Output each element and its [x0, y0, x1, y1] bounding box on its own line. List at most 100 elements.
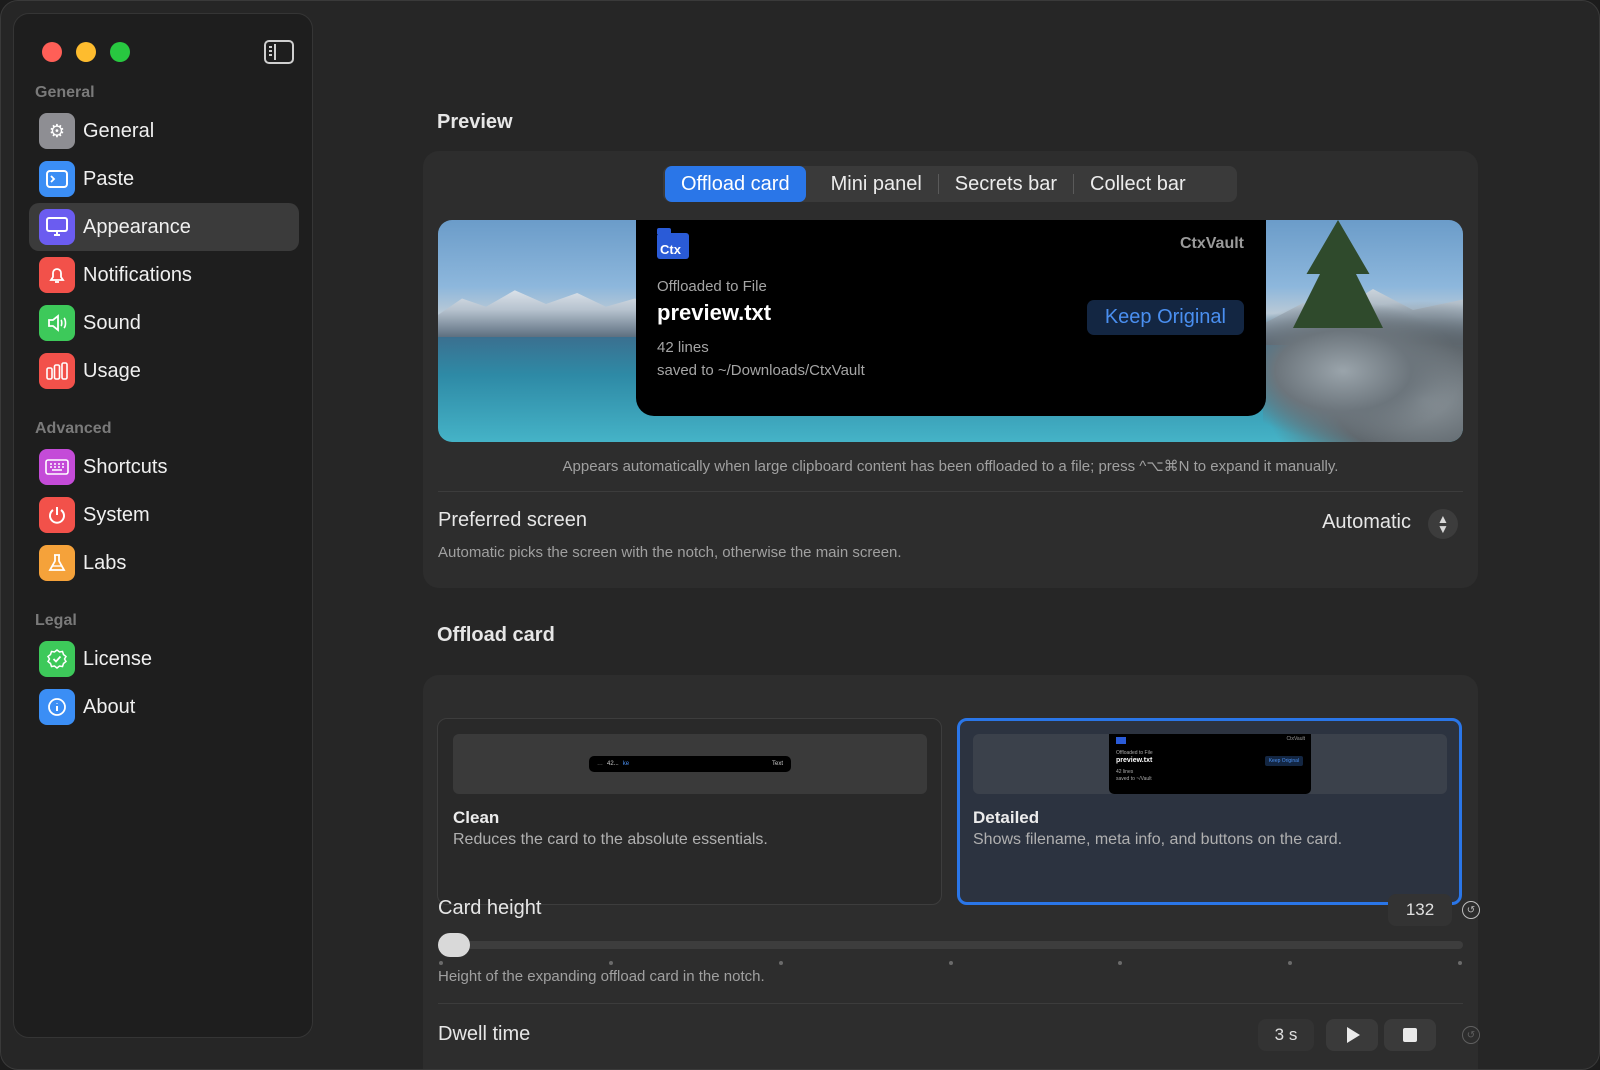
option-title: Clean — [453, 808, 500, 827]
sidebar-item-label: Usage — [83, 359, 141, 382]
minimize-button[interactable] — [76, 42, 96, 62]
play-icon — [1347, 1027, 1360, 1043]
card-height-description: Height of the expanding offload card in … — [438, 968, 765, 985]
mini-filename: preview.txt — [1116, 757, 1153, 764]
sidebar-item-about[interactable]: About — [29, 683, 299, 731]
mini-notch-bar: … 42... ke Text — [589, 756, 791, 772]
sidebar-section-legal: Legal — [35, 612, 77, 629]
sidebar-item-label: Paste — [83, 167, 135, 190]
mini-brand: CtxVault — [1286, 736, 1305, 742]
option-description: Reduces the card to the absolute essenti… — [453, 831, 768, 848]
preferred-screen-description: Automatic picks the screen with the notc… — [438, 544, 902, 561]
mini-bar-right: Text — [771, 761, 783, 767]
sidebar-item-shortcuts[interactable]: Shortcuts — [29, 443, 299, 491]
dwell-time-value[interactable]: 3 s — [1258, 1019, 1314, 1051]
sidebar-toggle-icon[interactable] — [264, 40, 294, 64]
keep-original-button[interactable]: Keep Original — [1086, 300, 1244, 335]
flask-icon — [39, 545, 75, 581]
slider-tick — [948, 961, 953, 965]
mini-keep-button: Keep Original — [1264, 756, 1303, 766]
sidebar-item-license[interactable]: License — [29, 635, 299, 683]
preview-wallpaper: Ctx CtxVault Offloaded to File preview.t… — [438, 220, 1463, 442]
close-button[interactable] — [42, 42, 62, 62]
card-brand: CtxVault — [1179, 235, 1244, 252]
detailed-thumbnail: CtxVault Offloaded to File preview.txt 4… — [973, 734, 1447, 794]
mini-bar-left: 42... — [607, 761, 619, 767]
sidebar-item-appearance[interactable]: Appearance — [29, 203, 299, 251]
info-icon — [39, 689, 75, 725]
card-lines: 42 lines — [657, 339, 709, 356]
sidebar-item-notifications[interactable]: Notifications — [29, 251, 299, 299]
preferred-screen-label: Preferred screen — [438, 509, 587, 531]
terminal-icon — [39, 161, 75, 197]
sidebar: General ⚙ General Paste Appearance Notif… — [13, 13, 313, 1038]
preview-heading: Preview — [437, 111, 513, 133]
sidebar-item-system[interactable]: System — [29, 491, 299, 539]
slider-tick — [439, 961, 443, 965]
slider-tick — [1288, 961, 1293, 965]
slider-tick — [608, 961, 613, 965]
wallpaper-tree — [1293, 220, 1383, 328]
tab-offload-card[interactable]: Offload card — [665, 166, 806, 202]
reset-icon[interactable]: ↺ — [1462, 901, 1480, 919]
preferred-screen-select[interactable]: Automatic — [1322, 511, 1411, 534]
style-option-clean[interactable]: … 42... ke Text Clean Reduces the card t… — [437, 718, 942, 905]
preview-panel: Offload card Mini panel Secrets bar Coll… — [423, 151, 1478, 588]
tab-secrets-bar[interactable]: Secrets bar — [939, 166, 1073, 202]
tab-mini-panel[interactable]: Mini panel — [815, 166, 938, 202]
mini-saved: saved to ~/Vault — [1116, 776, 1152, 782]
sidebar-item-label: License — [83, 647, 152, 670]
dwell-time-label: Dwell time — [438, 1023, 531, 1045]
slider-tick — [1458, 961, 1462, 965]
preview-tabs: Offload card Mini panel Secrets bar Coll… — [663, 166, 1237, 202]
card-height-slider-track[interactable] — [438, 941, 1463, 949]
sidebar-item-sound[interactable]: Sound — [29, 299, 299, 347]
card-filename: preview.txt — [657, 300, 772, 325]
chevron-up-down-icon[interactable]: ▲ ▼ — [1428, 509, 1458, 539]
ctx-logo-text: Ctx — [660, 242, 681, 257]
bars-icon — [39, 353, 75, 389]
sidebar-item-label: Sound — [83, 311, 141, 334]
option-title: Detailed — [973, 808, 1040, 827]
sidebar-section-advanced: Advanced — [35, 420, 112, 437]
main-content: Preview Offload card Mini panel Secrets … — [321, 1, 1599, 1069]
bell-icon — [39, 257, 75, 293]
window-controls — [42, 42, 130, 62]
sidebar-item-label: System — [83, 503, 150, 526]
tab-collect-bar[interactable]: Collect bar — [1074, 166, 1202, 202]
offload-card-heading: Offload card — [437, 624, 555, 646]
zoom-button[interactable] — [110, 42, 130, 62]
divider — [438, 491, 1463, 492]
gear-icon: ⚙ — [39, 113, 75, 149]
card-height-slider-thumb[interactable] — [438, 933, 470, 957]
offload-card-preview: Ctx CtxVault Offloaded to File preview.t… — [636, 220, 1266, 416]
card-height-value[interactable]: 132 — [1388, 894, 1452, 926]
ctx-folder-icon: Ctx — [657, 228, 689, 259]
card-height-label: Card height — [438, 897, 542, 919]
card-subtitle: Offloaded to File — [657, 278, 767, 295]
divider — [438, 1003, 1463, 1004]
display-icon — [39, 209, 75, 245]
sidebar-item-label: General — [83, 119, 155, 142]
keyboard-icon — [39, 449, 75, 485]
sidebar-section-general: General — [35, 84, 95, 101]
reset-icon[interactable]: ↺ — [1462, 1026, 1480, 1044]
seal-check-icon — [39, 641, 75, 677]
sidebar-item-label: Labs — [83, 551, 127, 574]
sidebar-item-labs[interactable]: Labs — [29, 539, 299, 587]
stop-button[interactable] — [1384, 1019, 1436, 1051]
sidebar-item-label: Notifications — [83, 263, 192, 286]
card-saved-to: saved to ~/Downloads/CtxVault — [657, 362, 865, 379]
power-icon — [39, 497, 75, 533]
mini-bar-glyph: … — [597, 761, 603, 767]
style-option-detailed[interactable]: CtxVault Offloaded to File preview.txt 4… — [957, 718, 1462, 905]
play-button[interactable] — [1326, 1019, 1378, 1051]
speaker-icon — [39, 305, 75, 341]
sidebar-item-general[interactable]: ⚙ General — [29, 107, 299, 155]
sidebar-item-usage[interactable]: Usage — [29, 347, 299, 395]
mini-bar-mid: ke — [622, 761, 630, 767]
stop-icon — [1403, 1028, 1417, 1042]
slider-tick — [1118, 961, 1123, 965]
sidebar-item-paste[interactable]: Paste — [29, 155, 299, 203]
mini-lines: 42 lines — [1116, 769, 1134, 775]
